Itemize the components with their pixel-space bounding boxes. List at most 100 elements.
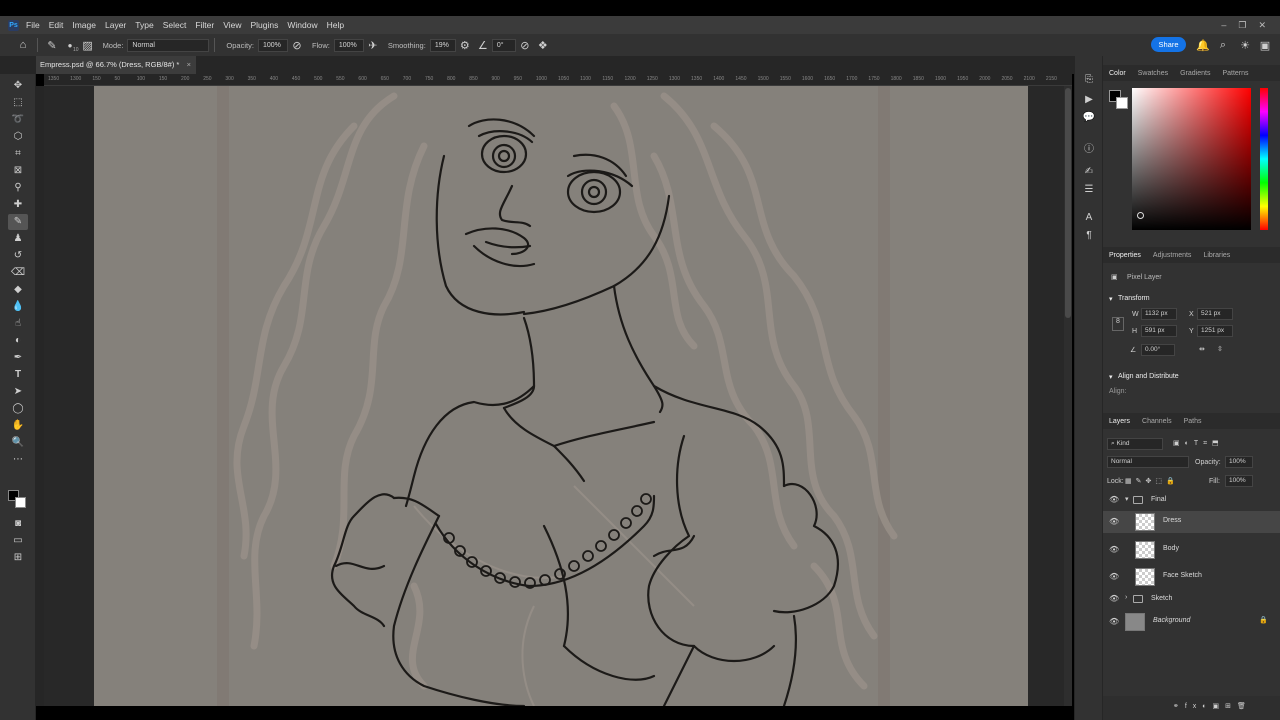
tab-patterns[interactable]: Patterns <box>1222 70 1248 77</box>
comments-icon[interactable]: 💬 <box>1081 112 1097 123</box>
info-icon[interactable]: ⓘ <box>1081 140 1097 155</box>
layer-filter-icons[interactable]: ▣◐T⌗⬒ <box>1173 439 1224 448</box>
smoothing-field[interactable]: 19% <box>429 38 456 52</box>
workspace-icon[interactable]: ▣ <box>1256 39 1274 52</box>
group-expand-icon[interactable]: ▾ <box>1125 495 1129 503</box>
brush-settings-icon[interactable]: ▨ <box>79 39 97 52</box>
layer-opacity-field[interactable]: 100% <box>1225 456 1253 468</box>
layer-row-dress[interactable]: 👁 Dress <box>1103 511 1280 533</box>
tab-gradients[interactable]: Gradients <box>1180 70 1210 77</box>
ellipse-tool-icon[interactable]: ◯ <box>8 401 28 417</box>
paragraph-panel-icon[interactable]: ¶ <box>1081 230 1097 241</box>
history-brush-tool-icon[interactable]: ↺ <box>8 248 28 264</box>
tab-swatches[interactable]: Swatches <box>1138 70 1168 77</box>
paint-bucket-tool-icon[interactable]: ◆ <box>8 282 28 298</box>
visibility-eye-icon[interactable]: 👁 <box>1109 572 1119 581</box>
adjustments-sliders-icon[interactable]: ☰ <box>1081 184 1097 195</box>
healing-brush-tool-icon[interactable]: ✚ <box>8 197 28 213</box>
menu-select[interactable]: Select <box>163 20 187 30</box>
flip-horizontal-icon[interactable]: ⇹ <box>1199 345 1205 353</box>
tab-libraries[interactable]: Libraries <box>1203 252 1230 259</box>
group-collapse-icon[interactable]: › <box>1125 594 1127 601</box>
more-tools-icon[interactable]: ⋯ <box>8 452 28 468</box>
menu-file[interactable]: File <box>26 20 40 30</box>
brushes-panel-icon[interactable]: ✍ <box>1081 166 1097 177</box>
history-panel-icon[interactable]: ⎘ <box>1081 74 1097 85</box>
brush-angle-field[interactable]: 0° <box>491 38 516 52</box>
airbrush-icon[interactable]: ✈ <box>364 39 382 52</box>
discover-icon[interactable]: ☀ <box>1236 39 1254 52</box>
tab-layers[interactable]: Layers <box>1109 418 1130 425</box>
pen-tool-icon[interactable]: ✒ <box>8 350 28 366</box>
brush-tool-icon[interactable]: ✎ <box>43 39 61 52</box>
tab-properties[interactable]: Properties <box>1109 252 1141 259</box>
move-tool-icon[interactable]: ✥ <box>8 78 28 94</box>
color-picker-cursor[interactable] <box>1137 212 1144 219</box>
path-selection-tool-icon[interactable]: ➤ <box>8 384 28 400</box>
brush-tool-icon[interactable]: ✎ <box>8 214 28 230</box>
transform-expand-icon[interactable]: ▾ <box>1109 295 1113 303</box>
tab-channels[interactable]: Channels <box>1142 418 1172 425</box>
menu-layer[interactable]: Layer <box>105 20 126 30</box>
screen-mode-icon[interactable]: ▭ <box>8 533 28 549</box>
dodge-tool-icon[interactable]: ◐ <box>8 333 28 349</box>
minimize-button[interactable]: – <box>1221 20 1226 31</box>
close-tab-icon[interactable]: × <box>187 56 191 74</box>
clone-stamp-tool-icon[interactable]: ♟ <box>8 231 28 247</box>
flip-vertical-icon[interactable]: ⇳ <box>1217 345 1223 353</box>
height-field[interactable]: 591 px <box>1141 325 1177 337</box>
align-expand-icon[interactable]: ▾ <box>1109 373 1113 381</box>
edit-toolbar-icon[interactable]: ⊞ <box>8 550 28 566</box>
layer-row-face-sketch[interactable]: 👁 Face Sketch <box>1103 566 1280 588</box>
layer-row-background[interactable]: 👁 Background 🔒 <box>1103 611 1280 633</box>
search-icon[interactable]: ⌕ <box>1214 39 1232 52</box>
menu-help[interactable]: Help <box>327 20 344 30</box>
visibility-eye-icon[interactable]: 👁 <box>1109 594 1119 603</box>
share-button[interactable]: Share <box>1151 37 1186 52</box>
eyedropper-tool-icon[interactable]: ⚲ <box>8 180 28 196</box>
character-panel-icon[interactable]: A <box>1081 212 1097 223</box>
pressure-size-icon[interactable]: ⊘ <box>516 39 534 52</box>
mode-select[interactable]: Normal <box>127 38 210 52</box>
tab-adjustments[interactable]: Adjustments <box>1153 252 1192 259</box>
zoom-tool-icon[interactable]: 🔍 <box>8 435 28 451</box>
x-field[interactable]: 521 px <box>1197 308 1233 320</box>
link-icon[interactable]: 8 <box>1112 317 1124 331</box>
hand-tool-icon[interactable]: ✋ <box>8 418 28 434</box>
color-background-swatch[interactable] <box>1116 97 1128 109</box>
menu-type[interactable]: Type <box>135 20 153 30</box>
opacity-field[interactable]: 100% <box>257 38 288 52</box>
layer-row-final[interactable]: 👁 ▾ Final <box>1103 492 1280 508</box>
background-color-swatch[interactable] <box>15 497 26 508</box>
layer-filter-select[interactable]: ⌕ Kind <box>1107 438 1163 450</box>
frame-tool-icon[interactable]: ⊠ <box>8 163 28 179</box>
color-picker-field[interactable] <box>1132 88 1251 230</box>
y-field[interactable]: 1251 px <box>1197 325 1233 337</box>
layer-row-sketch[interactable]: 👁 › Sketch <box>1103 591 1280 607</box>
lock-icons[interactable]: ▦✎✥⬚🔒 <box>1125 477 1179 485</box>
menu-edit[interactable]: Edit <box>49 20 64 30</box>
blend-mode-select[interactable]: Normal <box>1107 456 1189 468</box>
flow-field[interactable]: 100% <box>333 38 364 52</box>
smoothing-options-gear-icon[interactable]: ⚙ <box>456 39 474 52</box>
tab-color[interactable]: Color <box>1109 70 1126 77</box>
crop-tool-icon[interactable]: ⌗ <box>8 146 28 162</box>
layer-row-body[interactable]: 👁 Body <box>1103 539 1280 561</box>
menu-window[interactable]: Window <box>287 20 317 30</box>
symmetry-icon[interactable]: ❖ <box>534 39 552 52</box>
bell-icon[interactable]: 🔔 <box>1194 39 1212 52</box>
object-select-tool-icon[interactable]: ⬡ <box>8 129 28 145</box>
blur-tool-icon[interactable]: 💧 <box>8 299 28 315</box>
canvas[interactable] <box>94 86 1028 706</box>
actions-play-icon[interactable]: ▶ <box>1081 94 1097 105</box>
fill-field[interactable]: 100% <box>1225 475 1253 487</box>
lasso-tool-icon[interactable]: ➰ <box>8 112 28 128</box>
quick-mask-icon[interactable]: ◙ <box>8 516 28 532</box>
visibility-eye-icon[interactable]: 👁 <box>1109 617 1119 626</box>
type-tool-icon[interactable]: T <box>8 367 28 383</box>
maximize-button[interactable]: ❐ <box>1238 20 1246 31</box>
document-tab[interactable]: Empress.psd @ 66.7% (Dress, RGB/8#) * × <box>36 56 196 74</box>
menu-plugins[interactable]: Plugins <box>250 20 278 30</box>
angle-field[interactable]: 0.00° <box>1141 344 1175 356</box>
tab-paths[interactable]: Paths <box>1184 418 1202 425</box>
